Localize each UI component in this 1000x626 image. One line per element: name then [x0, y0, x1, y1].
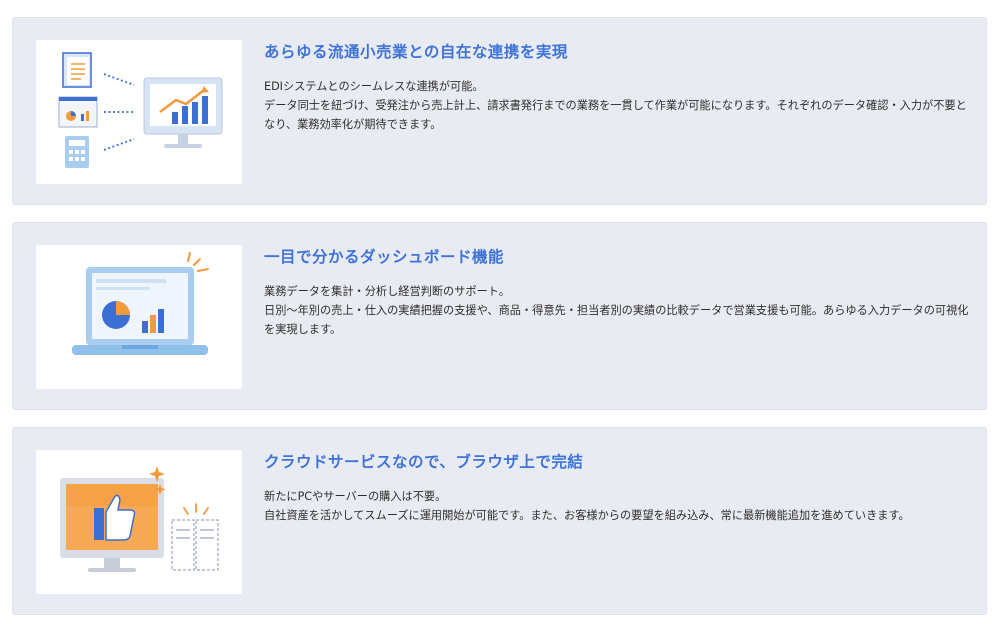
edi-integration-icon	[58, 52, 223, 168]
feature-title: あらゆる流通小売業との自在な連携を実現	[264, 43, 568, 61]
feature-list: あらゆる流通小売業との自在な連携を実現 EDIシステムとのシームレスな連携が可能…	[0, 0, 1000, 626]
feature-lead: 新たにPCやサーバーの購入は不要。	[264, 490, 447, 503]
feature-body: 日別〜年別の売上・仕入の実績把握の支援や、商品・得意先・担当者別の実績の比較デー…	[264, 304, 969, 336]
laptop-dashboard-icon	[72, 252, 209, 355]
dashboard-illustration	[36, 245, 242, 389]
invoice-icon	[58, 96, 98, 128]
edi-illustration	[36, 40, 242, 184]
feature-body: データ同士を紐づけ、受発注から売上計上、請求書発行までの業務を一貫して作業が可能…	[264, 99, 967, 131]
feature-card-dashboard: 一目で分かるダッシュボード機能 業務データを集計・分析し経営判断のサポート。 日…	[12, 222, 987, 410]
feature-body: 自社資産を活かしてスムーズに運用開始が可能です。また、お客様からの要望を組み込み…	[264, 509, 910, 522]
cloud-illustration	[36, 450, 242, 594]
feature-title: 一目で分かるダッシュボード機能	[264, 248, 505, 266]
document-icon	[62, 52, 92, 88]
monitor-thumbs-up-icon	[60, 478, 164, 572]
connector-arrows-icon	[103, 73, 135, 151]
feature-text: クラウドサービスなので、ブラウザ上で完結 新たにPCやサーバーの購入は不要。 自…	[264, 450, 969, 525]
feature-text: あらゆる流通小売業との自在な連携を実現 EDIシステムとのシームレスな連携が可能…	[264, 40, 969, 134]
server-icon	[171, 519, 219, 571]
feature-card-edi: あらゆる流通小売業との自在な連携を実現 EDIシステムとのシームレスな連携が可能…	[12, 17, 987, 205]
monitor-chart-icon	[143, 77, 223, 148]
feature-text: 一目で分かるダッシュボード機能 業務データを集計・分析し経営判断のサポート。 日…	[264, 245, 969, 339]
feature-card-cloud: クラウドサービスなので、ブラウザ上で完結 新たにPCやサーバーの購入は不要。 自…	[12, 427, 987, 615]
cloud-service-icon	[60, 466, 219, 572]
feature-title: クラウドサービスなので、ブラウザ上で完結	[264, 453, 584, 471]
calculator-icon	[65, 136, 89, 168]
feature-lead: EDIシステムとのシームレスな連携が可能。	[264, 80, 484, 93]
feature-lead: 業務データを集計・分析し経営判断のサポート。	[264, 285, 510, 298]
signal-lines-icon	[183, 503, 209, 515]
